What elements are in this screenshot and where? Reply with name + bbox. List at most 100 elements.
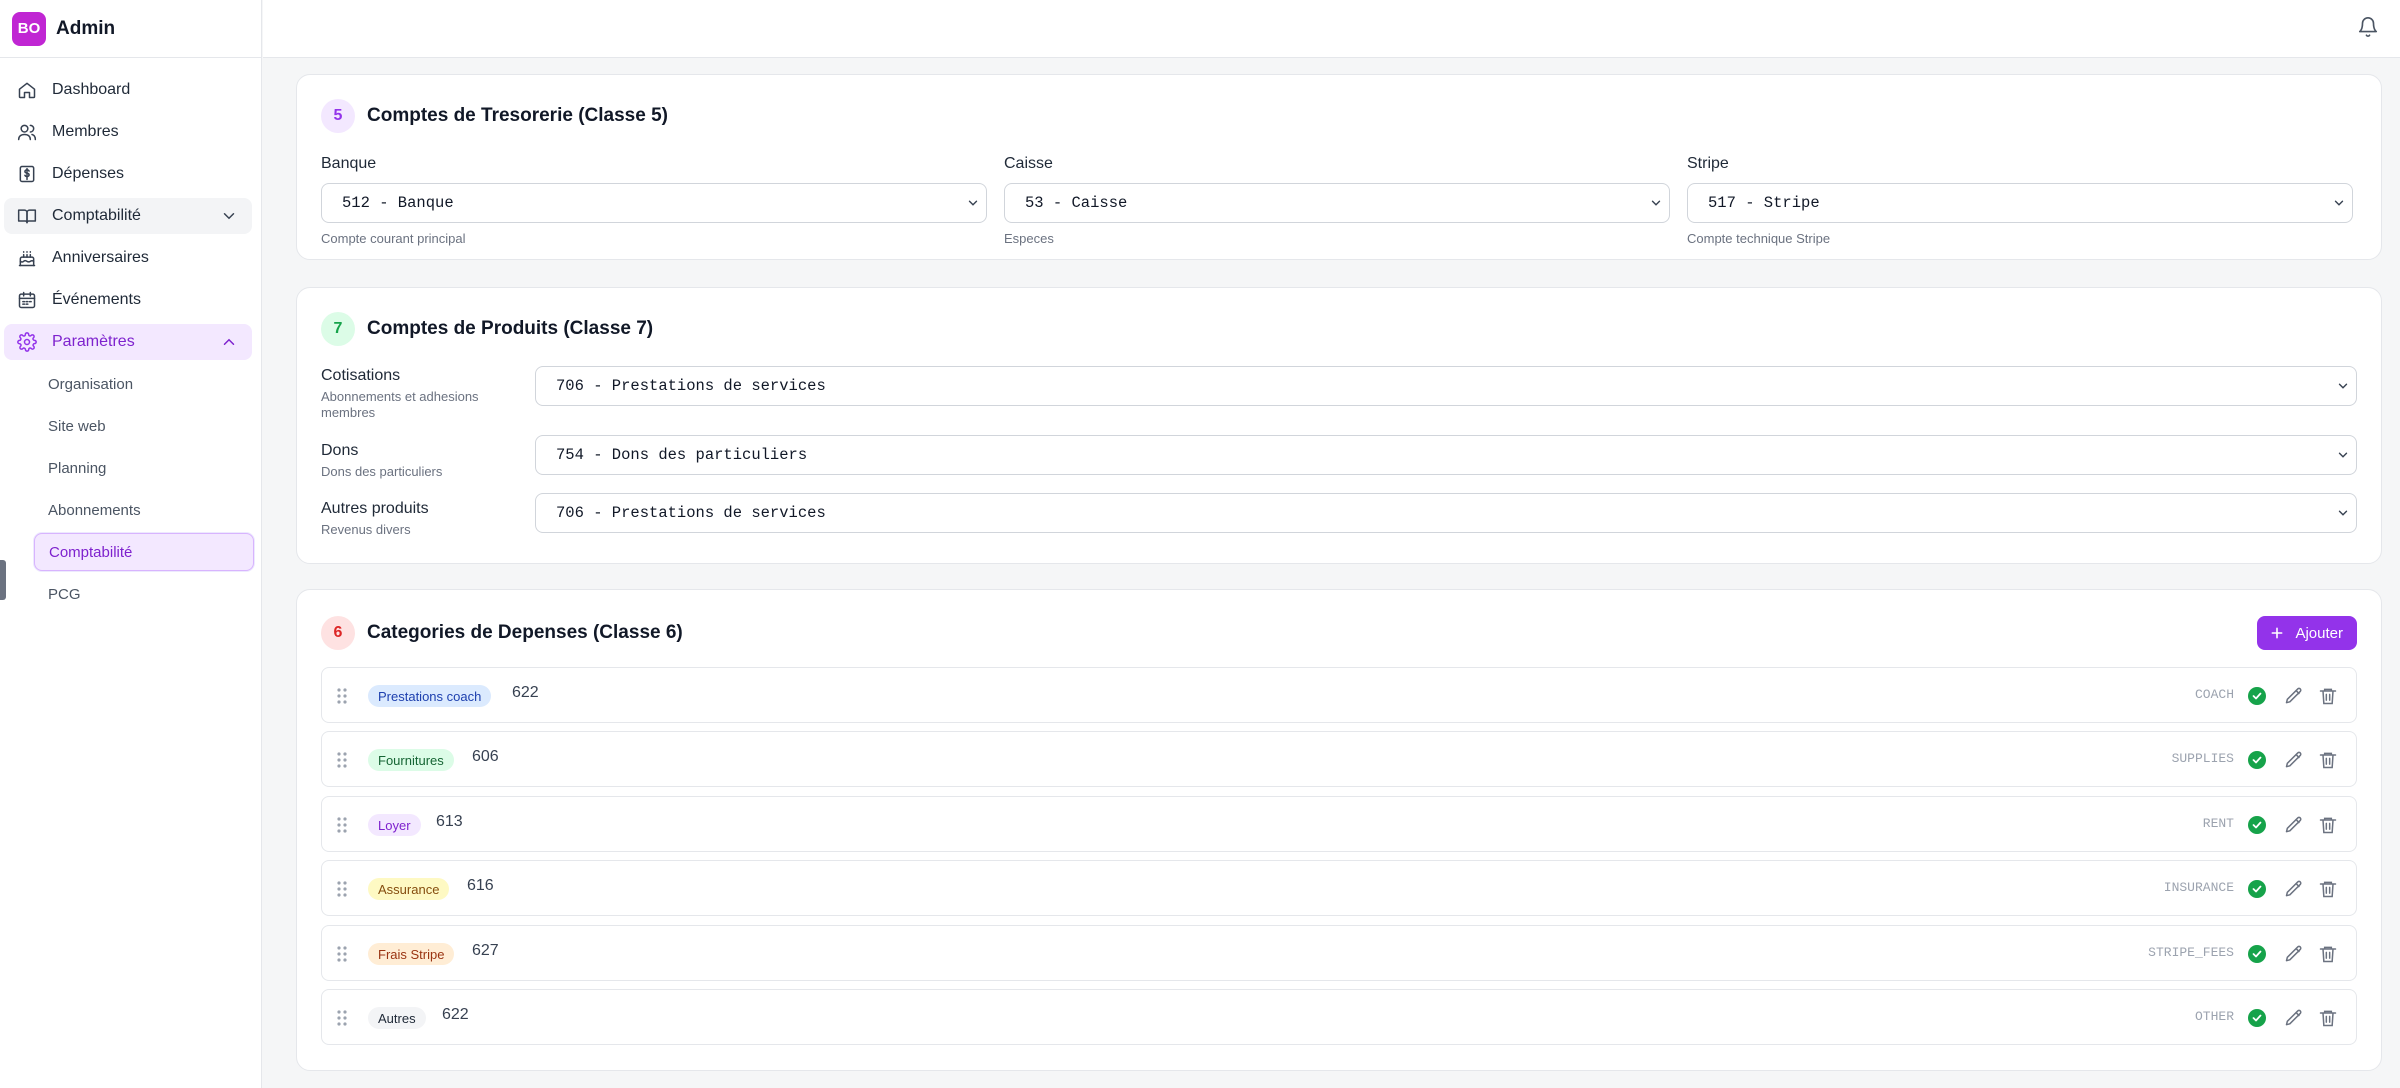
sidebar-item-evenements[interactable]: Événements (4, 282, 252, 318)
chevron-down-icon (2336, 379, 2350, 393)
row-label: Dons (321, 442, 359, 459)
field-hint: Compte courant principal (321, 231, 466, 246)
category-row[interactable]: Prestations coach 622 COACH (321, 667, 2357, 723)
pencil-icon[interactable] (2284, 750, 2304, 770)
row-label: Autres produits (321, 500, 429, 517)
top-bar (263, 0, 2400, 58)
sidebar-subitem-site-web[interactable]: Site web (34, 407, 254, 445)
drag-handle-icon[interactable] (336, 751, 348, 769)
trash-icon[interactable] (2318, 750, 2338, 770)
category-tag: Prestations coach (368, 685, 492, 707)
check-circle-icon[interactable] (2248, 880, 2266, 898)
dons-account-select[interactable]: 754 - Dons des particuliers (535, 435, 2357, 475)
category-row[interactable]: Frais Stripe 627 STRIPE_FEES (321, 925, 2357, 981)
treasury-header: 5 Comptes de Tresorerie (Classe 5) (321, 99, 668, 133)
calendar-icon (16, 289, 38, 311)
select-value: 53 - Caisse (1025, 194, 1128, 212)
pencil-icon[interactable] (2284, 944, 2304, 964)
select-value: 706 - Prestations de services (556, 377, 826, 395)
products-card: 7 Comptes de Produits (Classe 7) Cotisat… (296, 287, 2382, 564)
category-tag: Loyer (368, 814, 421, 836)
drag-handle-icon[interactable] (336, 880, 348, 898)
check-circle-icon[interactable] (2248, 945, 2266, 963)
class-badge: 7 (321, 312, 355, 346)
pencil-icon[interactable] (2284, 1008, 2304, 1028)
sidebar-scroll-handle[interactable] (0, 560, 6, 600)
account-code: 606 (472, 748, 499, 765)
sidebar-item-label: Comptabilité (52, 207, 141, 224)
drag-handle-icon[interactable] (336, 1009, 348, 1027)
category-tag: Assurance (368, 878, 450, 900)
row-hint: Abonnements et adhesions membres (321, 389, 479, 420)
sidebar-subitem-abonnements[interactable]: Abonnements (34, 491, 254, 529)
cotisations-account-select[interactable]: 706 - Prestations de services (535, 366, 2357, 406)
select-value: 754 - Dons des particuliers (556, 446, 808, 464)
cash-account-select[interactable]: 53 - Caisse (1004, 183, 1670, 223)
users-icon (16, 121, 38, 143)
sidebar-subitem-label: Organisation (48, 375, 134, 393)
account-code: 627 (472, 942, 499, 959)
trash-icon[interactable] (2318, 1008, 2338, 1028)
field-label: Banque (321, 155, 377, 172)
check-circle-icon[interactable] (2248, 816, 2266, 834)
products-header: 7 Comptes de Produits (Classe 7) (321, 312, 653, 346)
brand[interactable]: BO Admin (0, 0, 261, 58)
plus-icon (2269, 625, 2285, 641)
autres-account-select[interactable]: 706 - Prestations de services (535, 493, 2357, 533)
select-value: 706 - Prestations de services (556, 504, 826, 522)
trash-icon[interactable] (2318, 879, 2338, 899)
sidebar-subitem-label: Comptabilité (49, 543, 133, 561)
sidebar-item-anniversaires[interactable]: Anniversaires (4, 240, 252, 276)
sidebar-subitem-organisation[interactable]: Organisation (34, 365, 254, 403)
row-hint: Dons des particuliers (321, 464, 443, 479)
trash-icon[interactable] (2318, 815, 2338, 835)
sidebar-item-dashboard[interactable]: Dashboard (4, 72, 252, 108)
category-row[interactable]: Autres 622 OTHER (321, 989, 2357, 1045)
chevron-down-icon (1649, 196, 1663, 210)
pencil-icon[interactable] (2284, 815, 2304, 835)
stripe-account-select[interactable]: 517 - Stripe (1687, 183, 2353, 223)
sidebar-item-label: Membres (52, 123, 119, 140)
bank-account-select[interactable]: 512 - Banque (321, 183, 987, 223)
sidebar-item-depenses[interactable]: Dépenses (4, 156, 252, 192)
account-code: 622 (512, 684, 539, 701)
add-button-label: Ajouter (2295, 624, 2343, 642)
sidebar-item-membres[interactable]: Membres (4, 114, 252, 150)
add-category-button[interactable]: Ajouter (2257, 616, 2357, 650)
field-hint: Especes (1004, 231, 1054, 246)
bell-icon[interactable] (2354, 13, 2382, 41)
check-circle-icon[interactable] (2248, 751, 2266, 769)
sidebar-item-label: Événements (52, 291, 141, 308)
category-identifier: COACH (2194, 687, 2234, 702)
class-badge: 6 (321, 616, 355, 650)
trash-icon[interactable] (2318, 686, 2338, 706)
home-icon (16, 79, 38, 101)
category-identifier: INSURANCE (2163, 880, 2234, 895)
drag-handle-icon[interactable] (336, 945, 348, 963)
sidebar-item-label: Dashboard (52, 81, 131, 98)
product-row-autres: Autres produits Revenus divers 706 - Pre… (321, 493, 2357, 552)
trash-icon[interactable] (2318, 944, 2338, 964)
category-row[interactable]: Fournitures 606 SUPPLIES (321, 731, 2357, 787)
drag-handle-icon[interactable] (336, 687, 348, 705)
check-circle-icon[interactable] (2248, 687, 2266, 705)
sidebar-subitem-pcg[interactable]: PCG (34, 575, 254, 613)
sidebar: BO Admin Dashboard Membres Dépenses Comp… (0, 0, 262, 1088)
cash-field: Caisse 53 - Caisse Especes (1004, 155, 1670, 246)
category-row[interactable]: Loyer 613 RENT (321, 796, 2357, 852)
sidebar-subitem-label: PCG (48, 585, 81, 603)
class-badge: 5 (321, 99, 355, 133)
sidebar-item-parametres[interactable]: Paramètres (4, 324, 252, 360)
field-hint: Compte technique Stripe (1687, 231, 1831, 246)
sidebar-item-comptabilite[interactable]: Comptabilité (4, 198, 252, 234)
drag-handle-icon[interactable] (336, 816, 348, 834)
sidebar-subitem-planning[interactable]: Planning (34, 449, 254, 487)
check-circle-icon[interactable] (2248, 1009, 2266, 1027)
category-row[interactable]: Assurance 616 INSURANCE (321, 860, 2357, 916)
pencil-icon[interactable] (2284, 879, 2304, 899)
chevron-down-icon (2332, 196, 2346, 210)
pencil-icon[interactable] (2284, 686, 2304, 706)
stripe-field: Stripe 517 - Stripe Compte technique Str… (1687, 155, 2353, 246)
sidebar-subitem-comptabilite[interactable]: Comptabilité (34, 533, 254, 571)
expenses-header: 6 Categories de Depenses (Classe 6) (321, 616, 683, 650)
